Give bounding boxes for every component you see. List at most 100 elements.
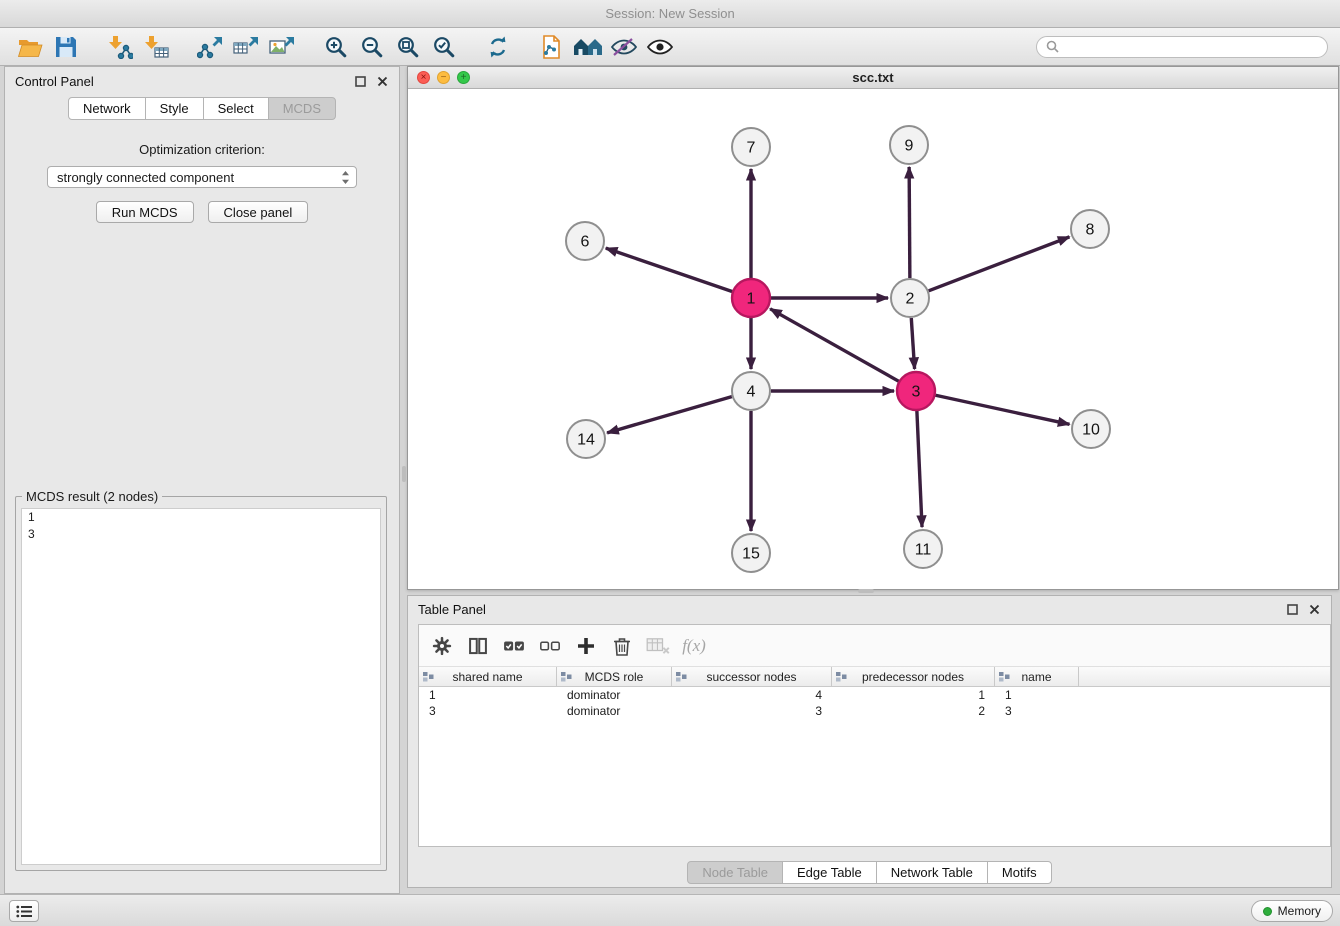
table-cell[interactable]: 4 bbox=[672, 687, 832, 703]
table-cell[interactable]: 1 bbox=[832, 687, 995, 703]
node-10[interactable]: 10 bbox=[1072, 410, 1110, 448]
node-8[interactable]: 8 bbox=[1071, 210, 1109, 248]
paste-network-button[interactable] bbox=[534, 31, 570, 63]
zoom-selected-button[interactable] bbox=[426, 31, 462, 63]
app: { "window": { "title": "Session: New Ses… bbox=[0, 0, 1340, 926]
edge-2-9[interactable] bbox=[909, 167, 910, 278]
hide-graphics-details-button[interactable] bbox=[606, 31, 642, 63]
column-header-MCDS-role[interactable]: MCDS role bbox=[557, 667, 672, 687]
close-panel-action-button[interactable]: Close panel bbox=[208, 201, 309, 223]
gear-icon bbox=[432, 636, 452, 656]
table-cell[interactable]: dominator bbox=[557, 687, 672, 703]
network-window-titlebar[interactable]: × − + scc.txt bbox=[408, 67, 1338, 89]
column-header-predecessor-nodes[interactable]: predecessor nodes bbox=[832, 667, 995, 687]
zoom-in-button[interactable] bbox=[318, 31, 354, 63]
edge-2-8[interactable] bbox=[929, 237, 1070, 291]
export-network-icon bbox=[197, 35, 223, 59]
table-row[interactable]: 3dominator323 bbox=[419, 703, 1330, 719]
home-button[interactable] bbox=[570, 31, 606, 63]
mcds-result-list[interactable]: 13 bbox=[21, 508, 381, 865]
tab-style[interactable]: Style bbox=[145, 97, 204, 120]
select-all-button[interactable] bbox=[499, 631, 529, 661]
svg-text:11: 11 bbox=[915, 542, 932, 559]
tab-motifs[interactable]: Motifs bbox=[987, 861, 1052, 884]
network-canvas[interactable]: 7 9 6 8 1 2 4 3 14 10 15 11 bbox=[408, 89, 1338, 589]
table-cell[interactable]: 3 bbox=[419, 703, 557, 719]
zoom-out-button[interactable] bbox=[354, 31, 390, 63]
table-cell[interactable]: 2 bbox=[832, 703, 995, 719]
memory-button[interactable]: Memory bbox=[1251, 900, 1333, 922]
export-image-button[interactable] bbox=[264, 31, 300, 63]
tab-select[interactable]: Select bbox=[203, 97, 269, 120]
edge-4-14[interactable] bbox=[607, 397, 732, 433]
search-input[interactable] bbox=[1064, 40, 1318, 54]
run-mcds-button[interactable]: Run MCDS bbox=[96, 201, 194, 223]
column-type-icon bbox=[423, 672, 434, 682]
svg-text:14: 14 bbox=[577, 432, 595, 449]
edge-3-11[interactable] bbox=[917, 411, 922, 527]
open-session-button[interactable] bbox=[12, 31, 48, 63]
float-table-panel-button[interactable] bbox=[1285, 602, 1299, 616]
node-11[interactable]: 11 bbox=[904, 530, 942, 568]
minimize-window-button[interactable]: − bbox=[437, 71, 450, 84]
node-7[interactable]: 7 bbox=[732, 128, 770, 166]
save-session-button[interactable] bbox=[48, 31, 84, 63]
node-6[interactable]: 6 bbox=[566, 222, 604, 260]
export-network-button[interactable] bbox=[192, 31, 228, 63]
add-column-button[interactable] bbox=[571, 631, 601, 661]
node-2[interactable]: 2 bbox=[891, 279, 929, 317]
tab-edge-table[interactable]: Edge Table bbox=[782, 861, 877, 884]
show-panels-button[interactable] bbox=[9, 900, 39, 922]
mcds-result-item[interactable]: 1 bbox=[22, 509, 380, 526]
column-header-shared-name[interactable]: shared name bbox=[419, 667, 557, 687]
table-cell[interactable]: 1 bbox=[419, 687, 557, 703]
tab-network[interactable]: Network bbox=[68, 97, 146, 120]
table-cell[interactable]: 1 bbox=[995, 687, 1079, 703]
tab-node-table[interactable]: Node Table bbox=[687, 861, 783, 884]
search-field[interactable] bbox=[1036, 36, 1328, 58]
optimization-criterion-label: Optimization criterion: bbox=[5, 142, 399, 157]
column-header-successor-nodes[interactable]: successor nodes bbox=[672, 667, 832, 687]
table-body[interactable]: 1dominator4113dominator323 bbox=[419, 687, 1330, 846]
float-panel-button[interactable] bbox=[353, 74, 367, 88]
edge-3-10[interactable] bbox=[936, 395, 1070, 424]
export-table-button[interactable] bbox=[228, 31, 264, 63]
table-settings-button[interactable] bbox=[427, 631, 457, 661]
tab-mcds[interactable]: MCDS bbox=[268, 97, 336, 120]
show-graphics-details-button[interactable] bbox=[642, 31, 678, 63]
table-panel-header: Table Panel bbox=[408, 596, 1331, 622]
network-view-window: × − + scc.txt 7 9 6 8 1 2 4 3 14 10 15 11 bbox=[407, 66, 1339, 590]
close-panel-button[interactable] bbox=[375, 74, 389, 88]
memory-label: Memory bbox=[1278, 904, 1321, 918]
deselect-all-button[interactable] bbox=[535, 631, 565, 661]
vertical-splitter-handle[interactable] bbox=[402, 466, 406, 482]
table-cell[interactable]: 3 bbox=[672, 703, 832, 719]
column-header-name[interactable]: name bbox=[995, 667, 1079, 687]
import-network-button[interactable] bbox=[102, 31, 138, 63]
node-15[interactable]: 15 bbox=[732, 534, 770, 572]
node-3[interactable]: 3 bbox=[897, 372, 935, 410]
close-window-button[interactable]: × bbox=[417, 71, 430, 84]
table-row[interactable]: 1dominator411 bbox=[419, 687, 1330, 703]
delete-column-button[interactable] bbox=[607, 631, 637, 661]
edge-3-1[interactable] bbox=[770, 309, 898, 381]
maximize-window-button[interactable]: + bbox=[457, 71, 470, 84]
node-1[interactable]: 1 bbox=[732, 279, 770, 317]
criterion-dropdown[interactable]: strongly connected component bbox=[47, 166, 357, 188]
edge-1-6[interactable] bbox=[606, 248, 732, 291]
node-14[interactable]: 14 bbox=[567, 420, 605, 458]
table-cell[interactable]: dominator bbox=[557, 703, 672, 719]
zoom-fit-button[interactable] bbox=[390, 31, 426, 63]
show-columns-button[interactable] bbox=[463, 631, 493, 661]
node-4[interactable]: 4 bbox=[732, 372, 770, 410]
tab-network-table[interactable]: Network Table bbox=[876, 861, 988, 884]
node-9[interactable]: 9 bbox=[890, 126, 928, 164]
network-canvas-svg[interactable]: 7 9 6 8 1 2 4 3 14 10 15 11 bbox=[408, 89, 1338, 589]
refresh-button[interactable] bbox=[480, 31, 516, 63]
edge-2-3[interactable] bbox=[911, 318, 914, 369]
mcds-result-item[interactable]: 3 bbox=[22, 526, 380, 543]
table-cell[interactable]: 3 bbox=[995, 703, 1079, 719]
close-table-panel-button[interactable] bbox=[1307, 602, 1321, 616]
horizontal-splitter-handle[interactable] bbox=[858, 589, 874, 593]
import-table-button[interactable] bbox=[138, 31, 174, 63]
